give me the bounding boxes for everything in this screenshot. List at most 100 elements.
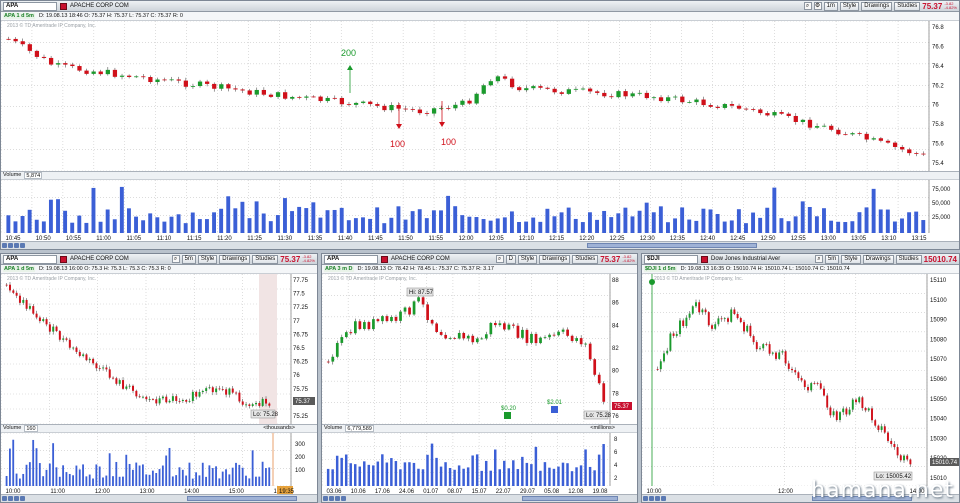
scroll-right-icon[interactable] [341, 496, 346, 501]
symbol-input[interactable]: APA [324, 254, 378, 264]
price-tick-label: 75.4 [932, 161, 944, 167]
scroll-left-icon[interactable] [323, 496, 328, 501]
link-color-swatch[interactable] [701, 255, 708, 263]
symbol-input[interactable]: APA [3, 1, 57, 11]
drawings-button[interactable]: Drawings [539, 254, 571, 264]
candle [219, 84, 224, 89]
top-volume-chart[interactable]: 75,000 50,000 25,000 [1, 180, 960, 233]
bm-scrollbar[interactable] [322, 494, 637, 502]
style-button[interactable]: Style [841, 254, 861, 264]
candle [231, 388, 234, 393]
drawings-button[interactable]: Drawings [861, 1, 893, 11]
scroll-controls[interactable] [323, 496, 346, 501]
candle [475, 338, 479, 343]
zoom-icon[interactable]: ⌕ [803, 2, 812, 10]
chart-tag[interactable]: $DJI 1 d 5m [644, 266, 677, 272]
scroll-left-icon[interactable] [643, 496, 648, 501]
candle [552, 88, 557, 93]
style-button[interactable]: Style [517, 254, 538, 264]
zoom-out-icon[interactable] [649, 496, 654, 501]
scroll-controls[interactable] [2, 243, 25, 248]
symbol-input[interactable]: $DJI [644, 254, 698, 264]
volume-bar [211, 468, 214, 486]
zoom-icon[interactable]: ⌕ [495, 255, 504, 263]
volume-tick-label: 2 [614, 476, 618, 482]
volume-bar [892, 221, 897, 233]
interval-button[interactable]: 5m [824, 254, 840, 264]
zoom-in-icon[interactable] [14, 496, 19, 501]
volume-bar [228, 474, 231, 486]
scroll-left-icon[interactable] [2, 243, 7, 248]
interval-button[interactable]: 5m [181, 254, 196, 264]
bl-volume-chart[interactable]: 300 200 100 [1, 433, 318, 486]
scroll-thumb[interactable] [587, 243, 757, 248]
volume-bar [417, 209, 422, 233]
zoom-in-icon[interactable] [655, 496, 660, 501]
volume-bar [349, 463, 352, 486]
bl-price-chart[interactable]: 77.75 77.5 77.25 77 76.75 76.5 76.25 76 75.75 75.… [1, 274, 318, 424]
volume-bar [421, 469, 425, 486]
candle [521, 329, 524, 338]
volume-bar [265, 468, 267, 486]
scroll-right-icon[interactable] [661, 496, 666, 501]
volume-bar [171, 476, 174, 486]
candle [346, 104, 352, 106]
scroll-thumb[interactable] [187, 496, 297, 501]
scroll-controls[interactable] [2, 496, 25, 501]
volume-bar [126, 208, 131, 233]
candle [158, 398, 161, 404]
scroll-right-icon[interactable] [20, 243, 25, 248]
drawings-button[interactable]: Drawings [219, 254, 251, 264]
zoom-out-icon[interactable] [8, 243, 13, 248]
studies-button[interactable]: Studies [894, 1, 921, 11]
zoom-icon[interactable]: ⌕ [171, 255, 180, 263]
link-color-swatch[interactable] [60, 255, 67, 263]
link-color-swatch[interactable] [60, 2, 67, 10]
symbol-input[interactable]: APA [3, 254, 57, 264]
scroll-left-icon[interactable] [2, 496, 7, 501]
volume-bar [584, 449, 587, 486]
scroll-controls[interactable] [643, 496, 666, 501]
zoom-in-icon[interactable] [14, 243, 19, 248]
volume-bar [658, 206, 663, 233]
candle [784, 351, 787, 364]
studies-button[interactable]: Studies [572, 254, 599, 264]
drawings-button[interactable]: Drawings [862, 254, 894, 264]
top-scrollbar[interactable] [1, 241, 959, 249]
br-price-chart[interactable]: 15110 15100 15090 15080 15070 15060 15050 15040… [642, 274, 960, 486]
ohlc-values: D: 19.08.13 16:00 O: 75.3 H: 75.3 L: 75.… [38, 266, 171, 272]
zoom-in-icon[interactable] [335, 496, 340, 501]
zoom-icon[interactable]: ⌕ [814, 255, 823, 263]
bm-price-chart[interactable]: 88 86 84 82 80 78 76 Hi: 87.57 Lo: 75.2875.37 $0.… [322, 274, 638, 424]
style-button[interactable]: Style [839, 1, 860, 11]
settings-icon[interactable]: ⚙ [813, 2, 822, 10]
bm-volume-chart[interactable]: 8 6 4 2 [322, 433, 638, 486]
studies-button[interactable]: Studies [252, 254, 279, 264]
link-color-swatch[interactable] [381, 255, 388, 263]
volume-bar [534, 446, 538, 486]
volume-bar [70, 222, 75, 233]
top-price-chart[interactable]: 76.8 76.6 76.4 76.2 76 75.8 75.6 75.4 200 100 100 [1, 21, 960, 171]
chart-tag[interactable]: APA 1 d 5m [3, 13, 35, 19]
volume-bar [332, 209, 337, 233]
zoom-out-icon[interactable] [8, 496, 13, 501]
scroll-thumb[interactable] [522, 496, 618, 501]
candle [228, 388, 231, 395]
chart-tag[interactable]: APA 3 m D [324, 266, 354, 272]
volume-bar [864, 207, 869, 233]
interval-button[interactable]: D [505, 254, 516, 264]
interval-button[interactable]: 1m [823, 1, 838, 11]
candle [332, 97, 337, 99]
volume-bar [644, 202, 649, 233]
chart-tag[interactable]: APA 1 d 5m [3, 266, 35, 272]
candle [659, 361, 662, 370]
studies-button[interactable]: Studies [895, 254, 922, 264]
candle [226, 84, 231, 89]
volume-bar [346, 220, 351, 233]
bl-scrollbar[interactable] [1, 494, 317, 502]
zoom-out-icon[interactable] [329, 496, 334, 501]
candle [800, 378, 803, 381]
volume-bar [72, 475, 74, 486]
style-button[interactable]: Style [197, 254, 218, 264]
scroll-right-icon[interactable] [20, 496, 25, 501]
